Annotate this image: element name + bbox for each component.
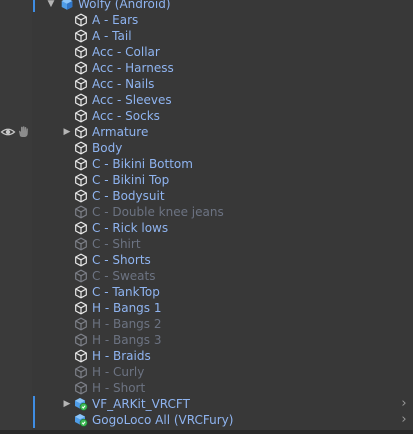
cube-icon <box>74 141 88 155</box>
hierarchy-child-row[interactable]: Acc - Nails <box>0 76 413 92</box>
cube-icon <box>74 61 88 75</box>
cube-icon <box>74 317 88 331</box>
row-label: C - Shorts <box>92 253 151 267</box>
hierarchy-tree: ▼ Wolfy (Android) A - Ears A - Tail Acc - Co… <box>0 0 413 428</box>
row-label: H - Bangs 1 <box>92 301 162 315</box>
cube-icon <box>74 157 88 171</box>
hierarchy-sibling-row[interactable]: GogoLoco All (VRCFury) › <box>0 412 413 428</box>
cube-icon <box>74 189 88 203</box>
cube-icon <box>74 381 88 395</box>
hierarchy-child-row[interactable]: C - Shorts <box>0 252 413 268</box>
hierarchy-child-row[interactable]: H - Curly <box>0 364 413 380</box>
hierarchy-child-row[interactable]: ▶ Armature <box>0 124 413 140</box>
hierarchy-child-row[interactable]: Acc - Collar <box>0 44 413 60</box>
cube-icon <box>74 205 88 219</box>
hierarchy-child-row[interactable]: C - Double knee jeans <box>0 204 413 220</box>
hierarchy-child-row[interactable]: C - Bikini Top <box>0 172 413 188</box>
hierarchy-child-row[interactable]: H - Braids <box>0 348 413 364</box>
cube-icon <box>74 13 88 27</box>
cube-icon <box>74 269 88 283</box>
vrcfury-prefab-icon <box>74 397 88 411</box>
cube-icon <box>74 93 88 107</box>
hierarchy-child-row[interactable]: Acc - Socks <box>0 108 413 124</box>
cube-icon <box>74 301 88 315</box>
row-label: Acc - Nails <box>92 77 155 91</box>
row-label: H - Curly <box>92 365 145 379</box>
hierarchy-child-row[interactable]: C - TankTop <box>0 284 413 300</box>
cube-icon <box>74 45 88 59</box>
row-label: Acc - Sleeves <box>92 93 172 107</box>
row-label: H - Braids <box>92 349 151 363</box>
row-label: Wolfy (Android) <box>78 0 171 11</box>
cube-icon <box>74 109 88 123</box>
hierarchy-child-row[interactable]: C - Rick lows <box>0 220 413 236</box>
cube-icon <box>74 349 88 363</box>
row-label: H - Bangs 2 <box>92 317 162 331</box>
hierarchy-child-row[interactable]: H - Short <box>0 380 413 396</box>
triangle-down-icon[interactable]: ▼ <box>46 0 56 12</box>
hierarchy-child-row[interactable]: C - Sweats <box>0 268 413 284</box>
triangle-right-icon[interactable]: ▶ <box>62 396 72 412</box>
row-label: H - Short <box>92 381 146 395</box>
hierarchy-root-row[interactable]: ▼ Wolfy (Android) <box>0 0 413 12</box>
cube-icon <box>74 173 88 187</box>
cube-icon <box>74 333 88 347</box>
cube-icon <box>74 285 88 299</box>
row-label: GogoLoco All (VRCFury) <box>92 413 234 427</box>
hierarchy-child-row[interactable]: A - Ears <box>0 12 413 28</box>
cube-icon <box>74 29 88 43</box>
hierarchy-child-row[interactable]: Acc - Sleeves <box>0 92 413 108</box>
row-label: C - Bikini Top <box>92 173 170 187</box>
row-label: C - Bikini Bottom <box>92 157 193 171</box>
row-label: Armature <box>92 125 149 139</box>
prefab-override-marker <box>33 396 35 412</box>
cube-icon <box>74 125 88 139</box>
row-label: C - Bodysuit <box>92 189 165 203</box>
hierarchy-child-row[interactable]: Body <box>0 140 413 156</box>
row-label: Body <box>92 141 123 155</box>
cube-icon <box>74 237 88 251</box>
row-label: C - Rick lows <box>92 221 169 235</box>
hierarchy-child-row[interactable]: H - Bangs 3 <box>0 332 413 348</box>
row-label: Acc - Collar <box>92 45 160 59</box>
hierarchy-child-row[interactable]: H - Bangs 2 <box>0 316 413 332</box>
hierarchy-child-row[interactable]: A - Tail <box>0 28 413 44</box>
hand-icon[interactable] <box>16 124 30 140</box>
chevron-right-icon[interactable]: › <box>399 396 409 412</box>
chevron-right-icon[interactable]: › <box>399 412 409 428</box>
row-label: VF_ARKit_VRCFT <box>92 397 190 411</box>
hierarchy-child-row[interactable]: H - Bangs 1 <box>0 300 413 316</box>
row-label: H - Bangs 3 <box>92 333 162 347</box>
hierarchy-child-row[interactable]: C - Shirt <box>0 236 413 252</box>
row-label: C - TankTop <box>92 285 160 299</box>
cube-icon <box>74 253 88 267</box>
row-label: A - Ears <box>92 13 139 27</box>
eye-icon[interactable] <box>0 124 16 140</box>
row-label: C - Double knee jeans <box>92 205 224 219</box>
cube-icon <box>74 221 88 235</box>
panel-bottom-border <box>0 430 413 434</box>
hierarchy-child-row[interactable]: Acc - Harness <box>0 60 413 76</box>
row-label: Acc - Harness <box>92 61 174 75</box>
cube-icon <box>74 77 88 91</box>
prefab-override-marker <box>33 412 35 428</box>
prefab-icon <box>60 0 74 11</box>
row-label: C - Sweats <box>92 269 156 283</box>
row-label: Acc - Socks <box>92 109 160 123</box>
cube-icon <box>74 365 88 379</box>
hierarchy-child-row[interactable]: C - Bikini Bottom <box>0 156 413 172</box>
hierarchy-child-row[interactable]: C - Bodysuit <box>0 188 413 204</box>
row-label: A - Tail <box>92 29 132 43</box>
row-label: C - Shirt <box>92 237 141 251</box>
vrcfury-prefab-icon <box>74 413 88 427</box>
hierarchy-sibling-row[interactable]: ▶ VF_ARKit_VRCFT › <box>0 396 413 412</box>
prefab-override-marker <box>33 0 35 12</box>
triangle-right-icon[interactable]: ▶ <box>62 124 72 140</box>
